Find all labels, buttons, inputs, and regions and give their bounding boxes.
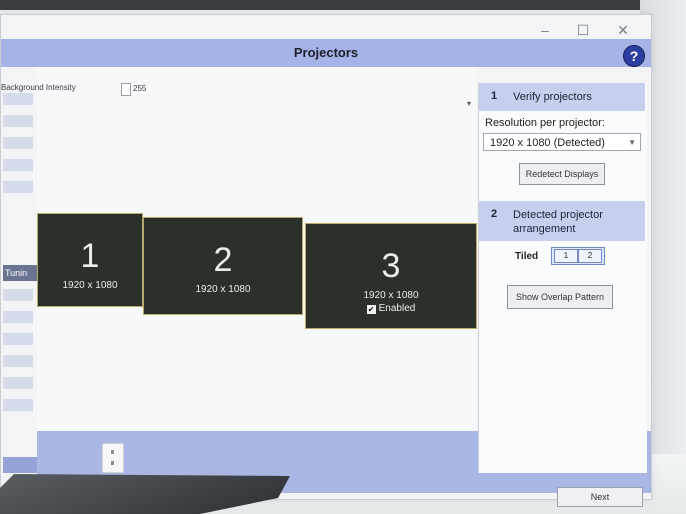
projector-enabled-option[interactable]: ✔ Enabled [306, 303, 476, 314]
sidebar-row [3, 399, 33, 411]
step-title: Detected projector arrangement [513, 208, 603, 236]
resolution-label: Resolution per projector: [485, 117, 605, 129]
window-title: Projectors [293, 45, 359, 60]
scroll-down-icon[interactable]: ▾ [467, 99, 471, 108]
background-app-sidebar: Tunin [1, 57, 39, 473]
wall-outlet [102, 443, 124, 473]
projector-number: 2 [213, 241, 233, 279]
projector-resolution: 1920 x 1080 [62, 280, 118, 291]
next-button[interactable]: Next [557, 487, 643, 507]
wall-top [0, 0, 686, 10]
chevron-down-icon: ▼ [628, 138, 636, 147]
sidebar-row [3, 333, 33, 345]
sidebar-row [3, 355, 33, 367]
arrangement-tile: 1 [554, 249, 578, 263]
projector-resolution: 1920 x 1080 [363, 290, 419, 301]
resolution-selected-value: 1920 x 1080 (Detected) [490, 137, 605, 149]
sidebar-row [3, 289, 33, 301]
projector-resolution: 1920 x 1080 [195, 284, 251, 295]
step-title: Verify projectors [513, 91, 592, 103]
step-number: 2 [491, 208, 498, 220]
help-icon[interactable]: ? [623, 45, 645, 67]
sidebar-row [3, 137, 33, 149]
projector-3-tile[interactable]: 3 1920 x 1080 ✔ Enabled [305, 223, 477, 329]
show-overlap-pattern-button[interactable]: Show Overlap Pattern [507, 285, 613, 309]
redetect-displays-button[interactable]: Redetect Displays [519, 163, 605, 185]
enabled-label: Enabled [378, 303, 416, 314]
projector-2-tile[interactable]: 2 1920 x 1080 [143, 217, 303, 315]
minimize-button[interactable]: – [537, 23, 553, 37]
tiled-label: Tiled [515, 251, 539, 262]
sidebar-selected-row [3, 457, 39, 473]
maximize-button[interactable]: ☐ [575, 23, 591, 37]
step-2-header: 2 Detected projector arrangement [479, 201, 645, 241]
close-button[interactable]: ✕ [615, 23, 631, 37]
sidebar-row [3, 377, 33, 389]
projector-1-tile[interactable]: 1 1920 x 1080 [37, 213, 143, 307]
title-bar: Projectors [1, 39, 651, 67]
resolution-select[interactable]: 1920 x 1080 (Detected) ▼ [483, 133, 641, 151]
background-intensity-value: 255 [133, 84, 147, 93]
sidebar-row [3, 159, 33, 171]
sidebar-row [3, 181, 33, 193]
sidebar-row [3, 93, 33, 105]
projector-number: 3 [381, 247, 401, 285]
projector-number: 1 [80, 237, 100, 275]
step-title-line: Detected projector [513, 209, 603, 221]
background-intensity-input[interactable] [121, 83, 131, 96]
arrangement-preview[interactable]: 1 2 [551, 247, 605, 265]
tuning-header: Tunin [3, 265, 39, 281]
step-title-line: arrangement [513, 223, 576, 235]
sidebar-row [3, 115, 33, 127]
sidebar-row [3, 311, 33, 323]
arrangement-tile: 2 [578, 249, 602, 263]
projectors-window: – ☐ ✕ Projectors ? Tunin Background Inte… [0, 14, 652, 507]
step-number: 1 [491, 90, 498, 102]
enabled-checkbox[interactable]: ✔ [366, 305, 376, 314]
background-intensity-label: Background Intensity [1, 83, 76, 92]
step-1-header: 1 Verify projectors [479, 83, 645, 111]
setup-panel: 1 Verify projectors Resolution per proje… [478, 83, 647, 473]
